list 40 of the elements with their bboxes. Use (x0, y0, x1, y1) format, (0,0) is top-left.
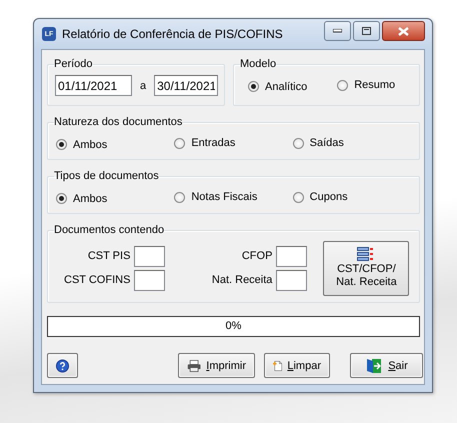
progress-text: 0% (224, 320, 242, 332)
help-icon (56, 358, 69, 374)
list-icon (357, 247, 376, 261)
exit-button[interactable]: Sair (350, 353, 423, 378)
maximize-icon (362, 27, 371, 35)
group-label: Período (54, 58, 93, 70)
printer-icon (187, 358, 202, 374)
text-field[interactable] (134, 270, 166, 290)
radio-button[interactable]: Saídas (292, 137, 344, 149)
field-label: CST COFINS (64, 274, 130, 286)
radio-button[interactable]: Notas Fiscais (174, 191, 258, 203)
range-separator: a (140, 80, 146, 92)
cst-cfop-button[interactable]: CST/CFOP/ Nat. Receita (323, 240, 410, 296)
field-label: CFOP (240, 250, 272, 262)
close-icon (398, 26, 409, 36)
radio-button[interactable]: Entradas (174, 137, 236, 149)
minimize-button[interactable] (324, 21, 351, 41)
close-button[interactable] (382, 21, 425, 41)
radio-button[interactable]: Ambos (56, 192, 108, 204)
group-label: Natureza dos documentos (54, 116, 182, 128)
help-button[interactable] (47, 353, 78, 378)
minimize-icon (333, 29, 342, 33)
text-field[interactable] (276, 246, 308, 266)
maximize-button[interactable] (353, 21, 380, 41)
radio-button[interactable]: Analítico (248, 80, 308, 92)
text-field[interactable] (134, 246, 166, 266)
group-label: Modelo (240, 58, 276, 70)
radio-button[interactable]: Cupons (292, 191, 348, 203)
field-label: CST PIS (86, 250, 130, 262)
window-title: Relatório de Conferência de PIS/COFINS (62, 27, 284, 41)
text-field[interactable] (276, 270, 308, 290)
clear-button[interactable]: Limpar (264, 353, 330, 378)
date-field[interactable]: 01/11/2021 (55, 75, 132, 96)
radio-button[interactable]: Resumo (337, 79, 396, 91)
door-icon (365, 358, 384, 374)
print-button[interactable]: Imprimir (178, 353, 255, 378)
group-label: Documentos contendo (54, 224, 164, 236)
field-label: Nat. Receita (210, 274, 272, 286)
group-label: Tipos de documentos (54, 170, 159, 182)
radio-button[interactable]: Ambos (56, 138, 108, 150)
